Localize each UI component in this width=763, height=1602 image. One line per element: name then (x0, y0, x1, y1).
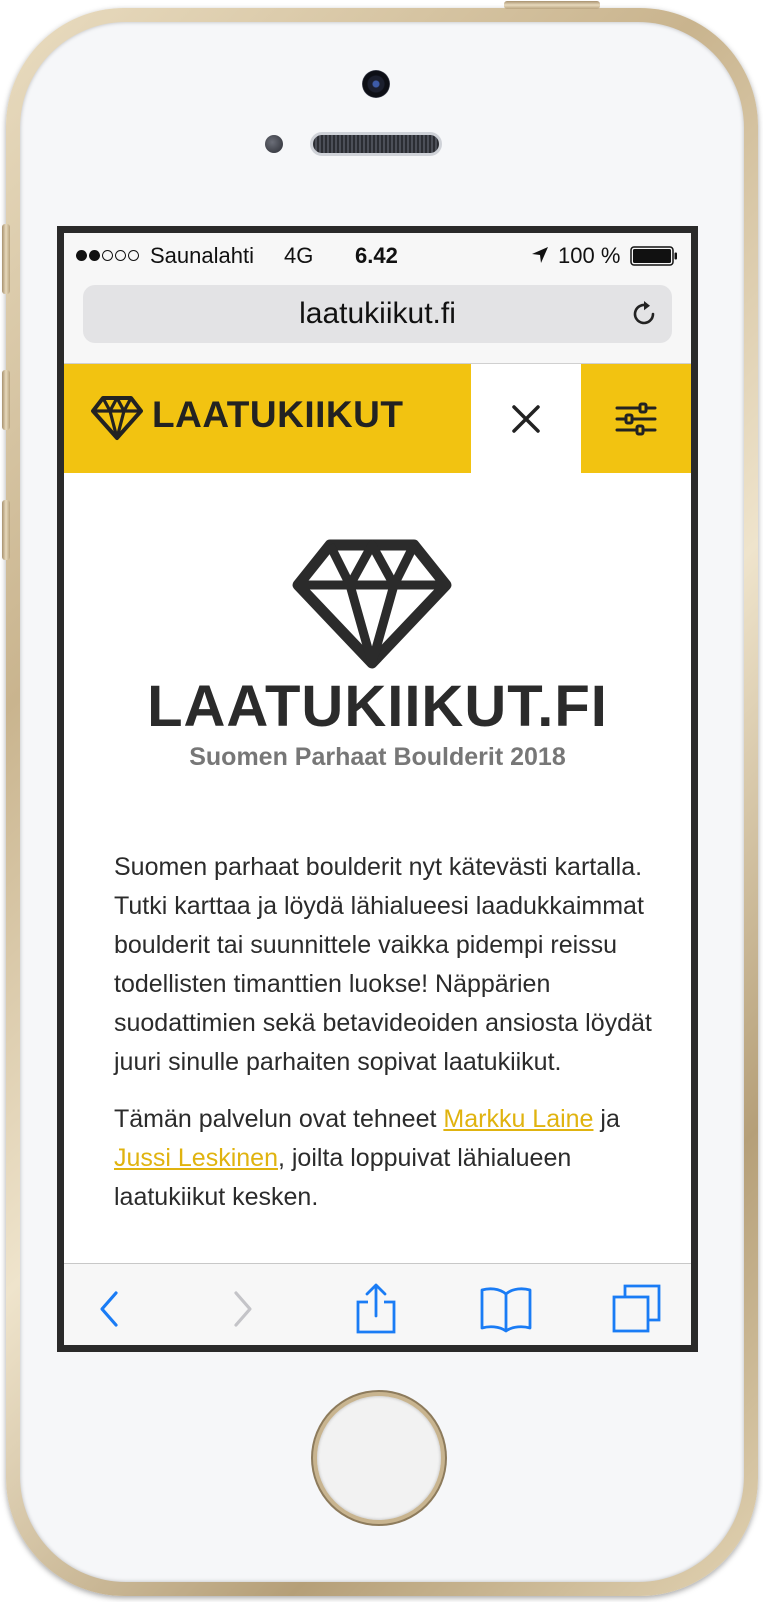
network-type: 4G (284, 243, 314, 268)
hero-diamond-icon (292, 539, 452, 669)
status-bar: Saunalahti 4G 6.42 100 % (64, 233, 691, 277)
intro-paragraph: Suomen parhaat boulderit nyt kätevästi k… (114, 853, 652, 1076)
credits-text-start: Tämän palvelun ovat tehneet (114, 1105, 444, 1133)
carrier-name: Saunalahti (150, 243, 254, 268)
tabs-icon (612, 1284, 661, 1333)
browser-toolbar (64, 1263, 691, 1345)
author-link-jussi[interactable]: Jussi Leskinen (114, 1144, 278, 1172)
intro-text: Suomen parhaat boulderit nyt kätevästi k… (114, 848, 654, 1235)
address-bar[interactable]: laatukiikut.fi (83, 285, 672, 343)
chevron-left-icon (100, 1291, 118, 1327)
forward-button[interactable] (216, 1282, 270, 1336)
brand-link[interactable]: LAATUKIIKUT (64, 364, 471, 473)
back-button[interactable] (82, 1282, 136, 1336)
site-header: LAATUKIIKUT (64, 364, 691, 473)
credits-paragraph: Tämän palvelun ovat tehneet Markku Laine… (114, 1100, 654, 1217)
volume-down-button (2, 500, 10, 560)
filter-button[interactable] (581, 364, 691, 473)
mute-switch (2, 224, 10, 294)
front-camera (362, 70, 390, 98)
signal-strength-icon (76, 233, 139, 277)
tabs-button[interactable] (610, 1282, 664, 1336)
power-button (504, 1, 600, 9)
earpiece-speaker (310, 132, 442, 156)
share-button[interactable] (349, 1282, 403, 1336)
url-text: laatukiikut.fi (299, 297, 456, 330)
hero-title: LAATUKIIKUT.FI (147, 674, 608, 739)
bookmarks-button[interactable] (479, 1282, 533, 1336)
close-icon (512, 404, 540, 433)
reload-icon[interactable] (628, 298, 660, 330)
brand-name: LAATUKIIKUT (152, 394, 404, 435)
status-time: 6.42 (355, 243, 398, 268)
sliders-icon (615, 402, 657, 435)
credits-text-middle: ja (593, 1105, 620, 1133)
book-icon (480, 1287, 532, 1333)
volume-up-button (2, 370, 10, 430)
proximity-sensor (265, 135, 283, 153)
close-button[interactable] (471, 364, 581, 473)
share-icon (356, 1283, 396, 1334)
browser-address-area: laatukiikut.fi (64, 277, 691, 364)
home-button[interactable] (313, 1392, 445, 1524)
battery-percentage: 100 % (558, 243, 621, 268)
location-arrow-icon (532, 247, 548, 263)
hero-subtitle: Suomen Parhaat Boulderit 2018 (189, 743, 566, 771)
diamond-icon (91, 396, 143, 440)
author-link-markku[interactable]: Markku Laine (443, 1105, 593, 1133)
screen: Saunalahti 4G 6.42 100 % laatukiikut.fi (57, 226, 698, 1352)
chevron-right-icon (234, 1291, 252, 1327)
battery-icon (630, 246, 677, 266)
